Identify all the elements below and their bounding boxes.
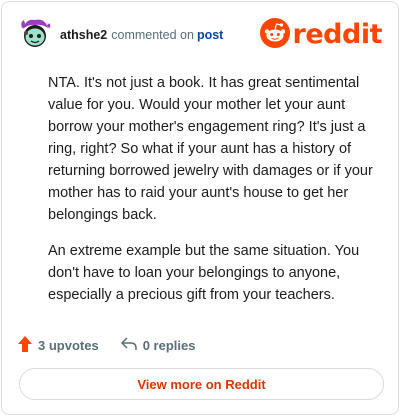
snoo-avatar-icon[interactable]: [18, 16, 52, 50]
upvotes-count: 3 upvotes: [38, 337, 99, 353]
action-text: commented on: [111, 28, 194, 42]
comment-paragraph: NTA. It's not just a book. It has great …: [48, 75, 373, 223]
reddit-logo[interactable]: reddit: [259, 17, 383, 53]
comment-header: athshe2 commented on post reddit: [18, 16, 383, 56]
comment-actions: 3 upvotes 0 replies: [18, 334, 195, 356]
upvotes-button[interactable]: 3 upvotes: [18, 335, 99, 355]
comment-paragraph: An extreme example but the same situatio…: [48, 243, 360, 303]
reply-arrow-icon: [120, 336, 143, 354]
replies-button[interactable]: 0 replies: [120, 336, 196, 354]
comment-body: NTA. It's not just a book. It has great …: [48, 72, 378, 320]
view-more-button[interactable]: View more on Reddit: [19, 368, 384, 400]
post-link[interactable]: post: [197, 28, 223, 42]
embed-card: athshe2 commented on post reddit NTA. It…: [1, 1, 399, 415]
comment-meta: athshe2 commented on post: [60, 28, 223, 42]
reddit-wordmark: reddit: [292, 19, 383, 50]
reddit-snoo-icon: [259, 17, 290, 53]
replies-count: 0 replies: [142, 337, 196, 353]
username-link[interactable]: athshe2: [60, 28, 107, 42]
upvote-arrow-icon: [18, 335, 38, 355]
